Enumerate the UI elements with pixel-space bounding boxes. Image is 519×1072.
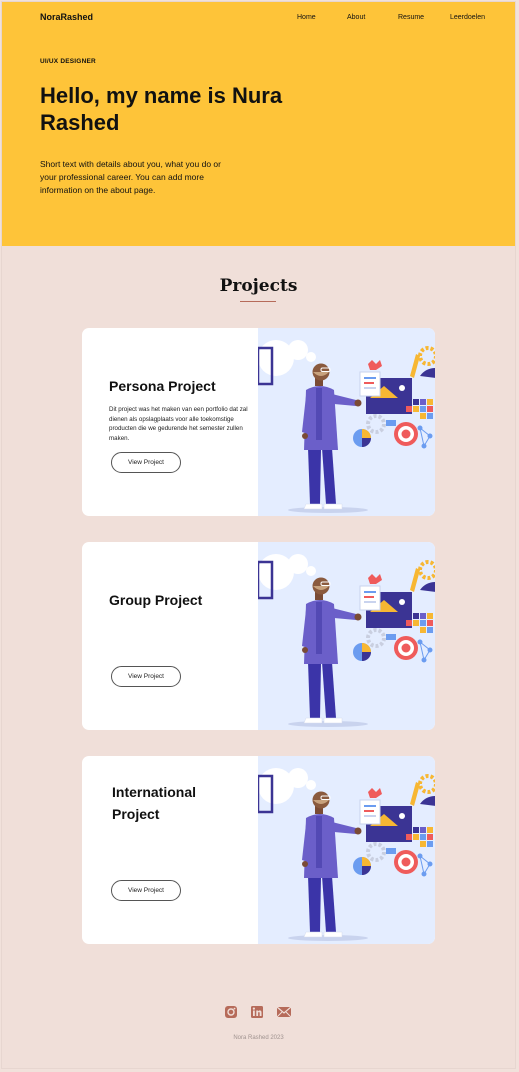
hero-section: NoraRashed Home About Resume Leerdoelen … <box>2 2 515 246</box>
page: NoraRashed Home About Resume Leerdoelen … <box>2 2 515 1068</box>
hero-headline: Hello, my name is Nura Rashed <box>40 83 283 135</box>
card-title: International Project <box>112 784 197 822</box>
project-card-group: Group Project View Project <box>82 542 435 730</box>
nav-leerdoelen[interactable]: Leerdoelen <box>450 14 485 21</box>
project-illustration <box>256 756 435 944</box>
linkedin-icon[interactable] <box>250 1005 264 1019</box>
project-card-persona: Persona Project Dit project was het make… <box>82 328 435 516</box>
nav-resume[interactable]: Resume <box>398 14 424 21</box>
title-underline <box>240 301 276 302</box>
card-title: Persona Project <box>109 378 216 394</box>
nav-home[interactable]: Home <box>297 14 316 21</box>
project-card-international: International Project View Project <box>82 756 435 944</box>
hero-intro: Short text with details about you, what … <box>40 159 221 195</box>
view-project-button[interactable]: View Project <box>111 880 181 901</box>
project-illustration <box>256 328 435 516</box>
nav-about[interactable]: About <box>347 14 365 21</box>
copyright-text: Nora Rashed 2023 <box>233 1035 284 1041</box>
instagram-icon[interactable] <box>224 1005 238 1019</box>
view-project-button[interactable]: View Project <box>111 452 181 473</box>
view-project-button[interactable]: View Project <box>111 666 181 687</box>
card-description: Dit project was het maken van een portfo… <box>109 406 248 442</box>
role-tag: UI/UX DESIGNER <box>40 58 96 65</box>
projects-title: Projects <box>219 276 298 296</box>
social-links <box>224 1005 292 1021</box>
brand-logo[interactable]: NoraRashed <box>40 12 93 22</box>
mail-icon[interactable] <box>276 1005 292 1019</box>
card-title: Group Project <box>109 592 203 608</box>
project-illustration <box>256 542 435 730</box>
